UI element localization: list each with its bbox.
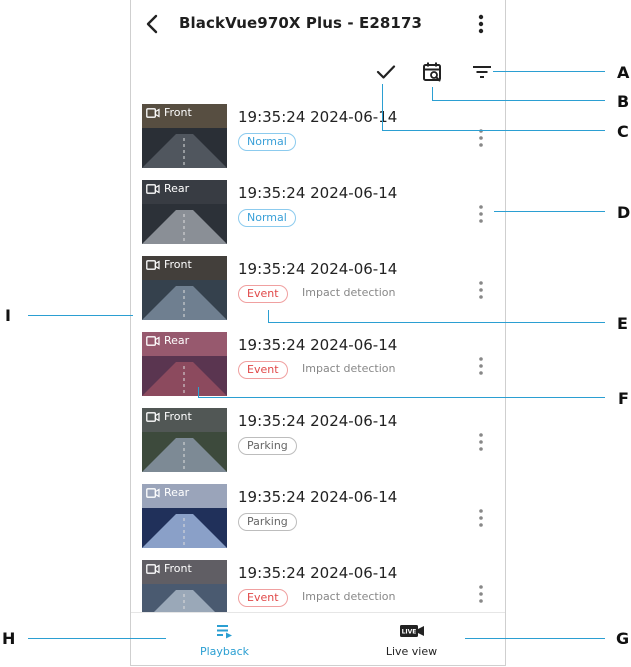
- recording-type-badge: Normal: [238, 209, 296, 227]
- video-camera-icon: [146, 487, 160, 498]
- recording-row[interactable]: Rear 19:35:24 2024-06-14 Parking: [131, 480, 505, 556]
- recording-timestamp: 19:35:24 2024-06-14: [238, 564, 398, 582]
- nav-live-view[interactable]: LIVE Live view: [318, 613, 505, 665]
- event-detail: Impact detection: [302, 286, 396, 299]
- callout-line-a: [493, 71, 605, 72]
- callout-line-c: [382, 130, 605, 131]
- camera-name: Rear: [164, 182, 190, 195]
- camera-label: Rear: [146, 486, 189, 499]
- page-title: BlackVue970X Plus - E28173: [179, 14, 423, 32]
- camera-label: Front: [146, 562, 192, 575]
- recording-type-badge: Event: [238, 589, 288, 607]
- callout-line-h: [28, 638, 166, 639]
- recording-timestamp: 19:35:24 2024-06-14: [238, 184, 398, 202]
- recording-timestamp: 19:35:24 2024-06-14: [238, 260, 398, 278]
- video-camera-icon: [146, 335, 160, 346]
- recording-row[interactable]: Front 19:35:24 2024-06-14 Event Impact dete…: [131, 556, 505, 612]
- row-more-options-icon[interactable]: [477, 204, 485, 224]
- recording-timestamp: 19:35:24 2024-06-14: [238, 412, 398, 430]
- row-more-options-icon[interactable]: [477, 280, 485, 300]
- recording-type-badge: Parking: [238, 513, 297, 531]
- row-more-options-icon[interactable]: [477, 508, 485, 528]
- camera-label: Rear: [146, 334, 189, 347]
- callout-g: G: [616, 629, 630, 648]
- row-more-options-icon[interactable]: [477, 128, 485, 148]
- row-more-options-icon[interactable]: [477, 584, 485, 604]
- recording-type-badge: Normal: [238, 133, 296, 151]
- recording-row[interactable]: Front 19:35:24 2024-06-14 Parking: [131, 404, 505, 480]
- bottom-navigation: Playback LIVE Live view: [131, 612, 505, 665]
- video-thumbnail[interactable]: Front: [142, 560, 227, 612]
- event-detail: Impact detection: [302, 362, 396, 375]
- camera-label: Front: [146, 258, 192, 271]
- calendar-search-icon[interactable]: [421, 60, 445, 84]
- callout-line-g: [465, 638, 605, 639]
- video-thumbnail[interactable]: Front: [142, 256, 227, 320]
- recording-list: Front 19:35:24 2024-06-14 Normal Rear 19:35:…: [131, 100, 505, 612]
- recording-row[interactable]: Rear 19:35:24 2024-06-14 Normal: [131, 176, 505, 252]
- row-more-options-icon[interactable]: [477, 356, 485, 376]
- svg-text:LIVE: LIVE: [401, 629, 416, 636]
- video-thumbnail[interactable]: Rear: [142, 180, 227, 244]
- callout-b: B: [617, 92, 630, 111]
- recording-row[interactable]: Front 19:35:24 2024-06-14 Normal: [131, 100, 505, 176]
- camera-name: Rear: [164, 334, 190, 347]
- callout-line-d: [494, 211, 605, 212]
- recording-row[interactable]: Front 19:35:24 2024-06-14 Event Impact dete…: [131, 252, 505, 328]
- event-detail: Impact detection: [302, 590, 396, 603]
- callout-line-b-vert: [432, 87, 433, 100]
- camera-name: Front: [164, 410, 192, 423]
- callout-line-b: [432, 100, 605, 101]
- nav-label-playback: Playback: [199, 645, 250, 658]
- row-more-options-icon[interactable]: [477, 432, 485, 452]
- recording-timestamp: 19:35:24 2024-06-14: [238, 336, 398, 354]
- recording-timestamp: 19:35:24 2024-06-14: [238, 488, 398, 506]
- recording-type-badge: Parking: [238, 437, 297, 455]
- callout-line-f: [198, 397, 605, 398]
- callout-d: D: [617, 203, 631, 222]
- camera-label: Front: [146, 410, 192, 423]
- callout-line-i: [28, 315, 133, 316]
- camera-name: Rear: [164, 486, 190, 499]
- checkmark-icon[interactable]: [374, 60, 398, 84]
- camera-name: Front: [164, 258, 192, 271]
- callout-h: H: [2, 629, 16, 648]
- callout-f: F: [618, 389, 629, 408]
- callout-line-e: [268, 322, 605, 323]
- camera-label: Rear: [146, 182, 189, 195]
- camera-label: Front: [146, 106, 192, 119]
- camera-name: Front: [164, 562, 192, 575]
- camera-name: Front: [164, 106, 192, 119]
- callout-line-e-vert: [268, 310, 269, 322]
- recording-timestamp: 19:35:24 2024-06-14: [238, 108, 398, 126]
- video-thumbnail[interactable]: Front: [142, 104, 227, 168]
- nav-playback[interactable]: Playback: [131, 613, 318, 665]
- callout-line-c-vert: [382, 84, 383, 130]
- video-thumbnail[interactable]: Front: [142, 408, 227, 472]
- app-header: BlackVue970X Plus - E28173: [131, 0, 505, 48]
- video-camera-icon: [146, 183, 160, 194]
- video-camera-icon: [146, 563, 160, 574]
- video-camera-icon: [146, 259, 160, 270]
- callout-c: C: [617, 122, 629, 141]
- callout-e: E: [617, 314, 628, 333]
- playback-list-icon: [216, 625, 232, 639]
- filter-icon[interactable]: [470, 60, 494, 84]
- back-arrow-icon[interactable]: [141, 12, 165, 36]
- video-camera-icon: [146, 107, 160, 118]
- more-options-icon[interactable]: [471, 12, 491, 36]
- callout-i: I: [5, 306, 11, 325]
- callout-line-f-vert: [198, 387, 199, 397]
- nav-label-live-view: Live view: [385, 645, 438, 658]
- recording-type-badge: Event: [238, 285, 288, 303]
- video-thumbnail[interactable]: Rear: [142, 484, 227, 548]
- video-camera-icon: [146, 411, 160, 422]
- video-thumbnail[interactable]: Rear: [142, 332, 227, 396]
- recording-row[interactable]: Rear 19:35:24 2024-06-14 Event Impact detec…: [131, 328, 505, 404]
- live-camera-icon: LIVE: [399, 625, 424, 637]
- recording-type-badge: Event: [238, 361, 288, 379]
- callout-a: A: [617, 63, 630, 82]
